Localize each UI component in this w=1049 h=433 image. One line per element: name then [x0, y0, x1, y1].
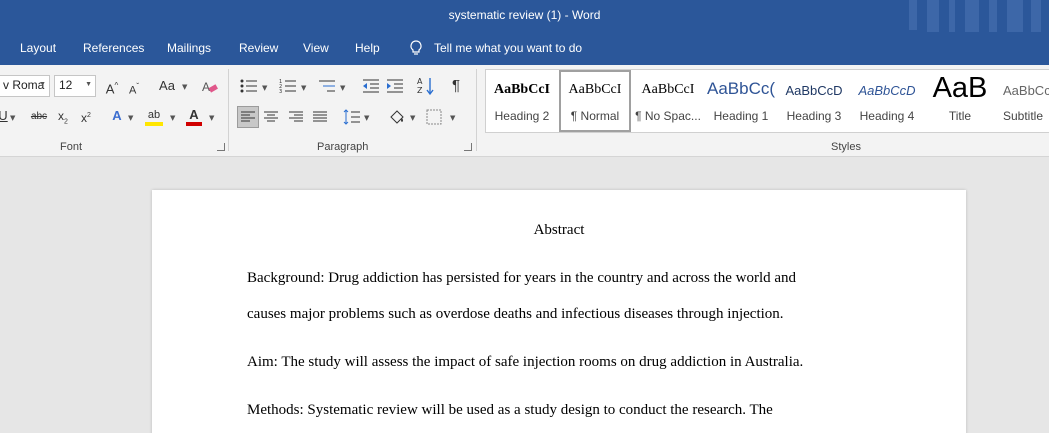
style-preview: AaBbCcD	[1003, 83, 1049, 98]
style-name: Subtitle	[1003, 109, 1044, 123]
shading-icon[interactable]	[388, 108, 406, 126]
document-page[interactable]: Abstract Background: Drug addiction has …	[152, 190, 966, 433]
document-heading: Abstract	[533, 222, 585, 238]
clear-formatting-icon[interactable]: A	[201, 78, 219, 96]
grow-font-icon[interactable]: A^	[103, 76, 121, 99]
decrease-indent-icon[interactable]	[362, 78, 380, 94]
align-right-icon[interactable]	[288, 110, 304, 124]
style-no-spacing[interactable]: AaBbCcI ¶ No Spac...	[632, 70, 704, 132]
align-left-button[interactable]	[237, 106, 259, 128]
text-effects-icon[interactable]: A	[109, 106, 125, 126]
chevron-down-icon[interactable]: ▼	[301, 84, 306, 92]
styles-gallery: AaBbCcI Heading 2 AaBbCcI ¶ Normal AaBbC…	[485, 69, 1049, 133]
chevron-down-icon[interactable]: ▼	[364, 114, 369, 122]
multilevel-list-icon[interactable]	[318, 78, 336, 94]
style-name: Title	[948, 109, 972, 123]
style-heading-1[interactable]: AaBbCc( Heading 1	[705, 70, 777, 132]
style-name: ¶ Normal	[570, 109, 620, 123]
show-formatting-marks-icon[interactable]: ¶	[448, 76, 464, 96]
chevron-down-icon[interactable]: ▼	[182, 83, 187, 91]
align-center-icon[interactable]	[263, 110, 279, 124]
tab-review[interactable]: Review	[239, 41, 278, 55]
style-heading-2[interactable]: AaBbCcI Heading 2	[486, 70, 558, 132]
align-left-icon	[241, 111, 255, 122]
chevron-down-icon[interactable]: ▼	[128, 114, 133, 122]
document-line: Background: Drug addiction has persisted…	[247, 270, 797, 286]
tab-help[interactable]: Help	[355, 41, 380, 55]
style-preview: AaBbCcI	[493, 82, 550, 97]
font-dialog-launcher-icon[interactable]	[217, 143, 225, 151]
style-preview: AaBbCcD	[858, 83, 916, 98]
svg-text:Z: Z	[417, 86, 423, 95]
style-preview: AaBbCcI	[568, 82, 622, 97]
chevron-down-icon[interactable]: ▼	[450, 114, 455, 122]
tell-me-box[interactable]: Tell me what you want to do	[409, 40, 582, 56]
style-preview: AaBbCcD	[785, 83, 843, 98]
window-title: systematic review (1) - Word	[448, 8, 601, 22]
style-heading-4[interactable]: AaBbCcD Heading 4	[851, 70, 923, 132]
svg-text:A: A	[202, 80, 210, 94]
style-subtitle[interactable]: AaBbCcD Subtitle	[997, 70, 1049, 132]
style-name: Heading 1	[713, 109, 769, 123]
style-heading-3[interactable]: AaBbCcD Heading 3	[778, 70, 850, 132]
tab-view[interactable]: View	[303, 41, 329, 55]
title-bar: systematic review (1) - Word	[0, 0, 1049, 65]
change-case-icon[interactable]: Aa	[155, 76, 179, 96]
lightbulb-icon	[410, 40, 422, 55]
svg-text:A: A	[417, 77, 423, 86]
group-divider	[476, 69, 477, 151]
font-size-value: 12	[59, 78, 73, 92]
line-spacing-icon[interactable]	[343, 109, 361, 125]
document-line: Aim: The study will assess the impact of…	[247, 354, 804, 370]
style-preview: AaB	[932, 72, 988, 104]
chevron-down-icon[interactable]: ▼	[410, 114, 415, 122]
style-normal[interactable]: AaBbCcI ¶ Normal	[559, 70, 631, 132]
style-name: Heading 4	[859, 109, 915, 123]
shrink-font-icon[interactable]: Aˇ	[126, 77, 142, 101]
chevron-down-icon[interactable]: ▼	[39, 81, 46, 88]
style-title[interactable]: AaB Title	[924, 70, 996, 132]
bullets-icon[interactable]	[240, 78, 258, 94]
font-color-icon[interactable]: A	[186, 105, 202, 126]
numbering-icon[interactable]: 123	[279, 78, 297, 94]
group-divider	[228, 69, 229, 151]
tab-layout[interactable]: Layout	[20, 41, 56, 55]
paragraph-dialog-launcher-icon[interactable]	[464, 143, 472, 151]
style-preview: AaBbCc(	[706, 79, 776, 98]
ribbon-tabs: Layout References Mailings Review View H…	[0, 32, 1049, 65]
superscript-icon[interactable]: x2	[78, 106, 94, 128]
justify-icon[interactable]	[312, 110, 328, 124]
chevron-down-icon[interactable]: ▼	[209, 114, 214, 122]
sort-icon[interactable]: AZ	[417, 76, 435, 96]
chevron-down-icon[interactable]: ▼	[340, 84, 345, 92]
chevron-down-icon[interactable]: ▼	[10, 114, 15, 122]
style-name: ¶ No Spac...	[635, 109, 701, 123]
ribbon: v Roma ▼ 12 ▼ A^ Aˇ Aa ▼ A U ▼ abc x2 x2…	[0, 65, 1049, 157]
underline-icon[interactable]: U	[0, 106, 8, 126]
document-line: Methods: Systematic review will be used …	[247, 402, 773, 418]
chevron-down-icon[interactable]: ▼	[262, 84, 267, 92]
font-group-label: Font	[60, 141, 83, 153]
document-line: causes major problems such as overdose d…	[247, 306, 784, 322]
font-size-box[interactable]: 12 ▼	[54, 75, 96, 97]
highlight-icon[interactable]: ab	[145, 105, 163, 126]
chevron-down-icon[interactable]: ▼	[170, 114, 175, 122]
style-preview: AaBbCcI	[641, 82, 695, 97]
paragraph-group-label: Paragraph	[317, 141, 369, 153]
style-name: Heading 2	[494, 109, 550, 123]
svg-text:3: 3	[279, 89, 282, 94]
chevron-down-icon[interactable]: ▼	[85, 81, 92, 88]
styles-group-label: Styles	[831, 141, 861, 153]
subscript-icon[interactable]: x2	[55, 106, 71, 132]
strikethrough-icon[interactable]: abc	[29, 107, 49, 127]
style-name: Heading 3	[786, 109, 842, 123]
increase-indent-icon[interactable]	[386, 78, 404, 94]
font-name-box[interactable]: v Roma ▼	[0, 75, 50, 97]
tab-references[interactable]: References	[83, 41, 144, 55]
tell-me-text: Tell me what you want to do	[434, 41, 583, 55]
borders-icon[interactable]	[426, 109, 442, 125]
tab-mailings[interactable]: Mailings	[167, 41, 211, 55]
